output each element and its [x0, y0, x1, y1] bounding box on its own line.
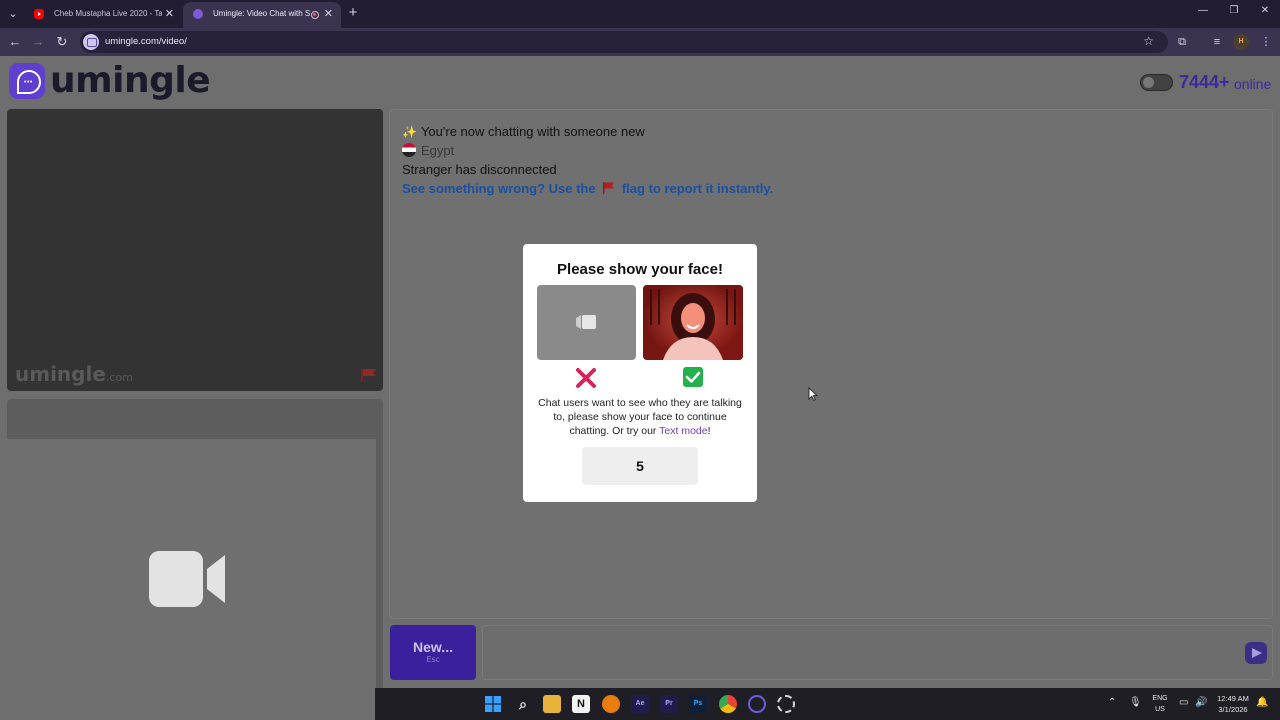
report-hint-message: See something wrong? Use the flag to rep…	[402, 181, 773, 196]
new-chat-shortcut: Esc	[426, 655, 440, 664]
site-logo-text[interactable]: umingle	[50, 60, 211, 101]
restore-window-icon[interactable]: ❐	[1227, 5, 1241, 16]
tab-close-icon[interactable]: ✕	[324, 2, 333, 26]
egypt-flag-icon	[402, 143, 416, 157]
chat-log: ✨ You're now chatting with someone new Eg…	[389, 109, 1273, 619]
text-mode-link[interactable]: Text mode	[659, 425, 707, 437]
windows-taskbar: ⌕ N Ae Pr Ps ⌃ 🎙 ENG US ▭ 🔊 12:49 AM 3/1…	[375, 688, 1280, 720]
report-flag-icon[interactable]	[360, 368, 378, 382]
camera-off-example	[537, 285, 636, 360]
dark-mode-toggle[interactable]	[1140, 74, 1173, 91]
profile-avatar[interactable]: H	[1233, 34, 1249, 50]
recording-indicator-icon	[311, 11, 319, 19]
media-controls-icon[interactable]: ≡	[1209, 34, 1225, 50]
browser-toolbar: ← → ↻ umingle.com/video/ ☆ ⧉ ≡ H ⋮	[0, 28, 1280, 56]
umingle-favicon-icon	[193, 9, 203, 19]
new-tab-button[interactable]: +	[346, 4, 360, 21]
input-language[interactable]: ENG US	[1150, 693, 1170, 715]
browser-tab-youtube[interactable]: Cheb Mustapha Live 2020 - Tay ✕	[24, 2, 182, 28]
notification-bell-icon[interactable]: 🔔	[1256, 697, 1268, 708]
region-code: US	[1155, 706, 1165, 713]
report-hint-text: See something wrong? Use the	[402, 181, 596, 196]
country-message: Egypt	[402, 143, 454, 158]
tab-title: Cheb Mustapha Live 2020 - Tay	[54, 9, 162, 18]
chrome-icon[interactable]	[719, 695, 737, 713]
extensions-puzzle-icon[interactable]: ⧉	[1174, 34, 1190, 50]
sparkles-icon: ✨	[402, 125, 417, 139]
modal-title: Please show your face!	[557, 261, 723, 278]
language-code: ENG	[1152, 695, 1168, 702]
close-window-icon[interactable]: ✕	[1258, 5, 1272, 16]
online-label: online	[1234, 76, 1272, 92]
system-message: ✨ You're now chatting with someone new	[402, 124, 645, 139]
clock-date: 3/1/2026	[1218, 705, 1248, 714]
tab-title: Umingle: Video Chat with S	[213, 9, 311, 18]
modal-body: Chat users want to see who they are talk…	[535, 396, 745, 438]
video-watermark: umingle.com	[15, 362, 133, 386]
youtube-favicon-icon	[34, 9, 44, 19]
bookmark-star-icon[interactable]: ☆	[1143, 34, 1154, 48]
clock-time: 12:49 AM	[1217, 694, 1249, 703]
microphone-icon[interactable]: 🎙	[1129, 697, 1142, 708]
umingle-logo-chat-bubble-icon[interactable]: •••	[9, 63, 45, 99]
red-flag-icon	[603, 182, 615, 194]
face-visible-example-image	[643, 285, 743, 360]
site-info-icon[interactable]	[83, 34, 99, 50]
checkmark-icon	[683, 367, 703, 387]
new-chat-label: New...	[413, 639, 453, 655]
new-chat-button[interactable]: New... Esc	[390, 625, 476, 680]
cross-icon	[576, 368, 596, 388]
search-icon[interactable]: ⌕	[514, 695, 532, 713]
modal-body-text: Chat users want to see who they are talk…	[538, 397, 742, 437]
reload-icon[interactable]: ↻	[54, 34, 70, 50]
watermark-suffix: .com	[105, 371, 133, 384]
report-hint-text: flag to report it instantly.	[621, 181, 774, 196]
address-bar[interactable]: umingle.com/video/ ☆	[80, 31, 1168, 53]
video-camera-icon[interactable]	[149, 551, 227, 607]
premiere-pro-icon[interactable]: Pr	[660, 695, 678, 713]
url-text: umingle.com/video/	[105, 36, 187, 47]
forward-arrow-icon[interactable]: →	[30, 34, 46, 50]
back-arrow-icon[interactable]: ←	[7, 34, 23, 50]
browser-menu-kebab-icon[interactable]: ⋮	[1258, 34, 1274, 50]
after-effects-icon[interactable]: Ae	[631, 695, 649, 713]
notion-icon[interactable]: N	[572, 695, 590, 713]
countdown-timer: 5	[582, 447, 698, 485]
self-video-panel	[7, 399, 383, 688]
windows-start-icon[interactable]	[485, 696, 501, 712]
browser-tab-umingle[interactable]: Umingle: Video Chat with S ✕	[183, 2, 341, 28]
network-icon[interactable]: ▭	[1179, 697, 1188, 708]
file-explorer-icon[interactable]	[543, 695, 561, 713]
show-hidden-icons-chevron-icon[interactable]: ⌃	[1108, 697, 1116, 708]
volume-icon[interactable]: 🔊	[1195, 697, 1207, 708]
country-name: Egypt	[421, 143, 455, 158]
send-icon[interactable]	[1245, 642, 1267, 664]
app-ring-icon[interactable]	[748, 695, 766, 713]
minimize-window-icon[interactable]: —	[1196, 5, 1210, 16]
blender-icon[interactable]	[602, 695, 620, 713]
watermark-text: umingle	[15, 362, 106, 386]
photoshop-icon[interactable]: Ps	[689, 695, 707, 713]
mouse-cursor-icon	[808, 387, 818, 401]
stranger-video-panel: umingle.com	[7, 109, 383, 391]
show-face-modal: Please show your face! Chat users want t…	[523, 244, 757, 502]
tab-search-chevron-icon[interactable]: ⌄	[4, 6, 22, 22]
online-count: 7444+	[1179, 72, 1230, 92]
system-message: Stranger has disconnected	[402, 162, 557, 177]
browser-tab-strip: ⌄ Cheb Mustapha Live 2020 - Tay ✕ Umingl…	[0, 0, 1280, 28]
message-text: You're now chatting with someone new	[420, 124, 645, 139]
camera-off-icon	[576, 315, 596, 329]
self-video-preview	[7, 439, 376, 688]
tab-close-icon[interactable]: ✕	[165, 2, 174, 26]
message-input[interactable]	[482, 625, 1273, 680]
modal-body-punct: !	[707, 425, 711, 437]
system-clock[interactable]: 12:49 AM 3/1/2026	[1213, 693, 1253, 715]
recorder-app-icon[interactable]	[777, 695, 795, 713]
